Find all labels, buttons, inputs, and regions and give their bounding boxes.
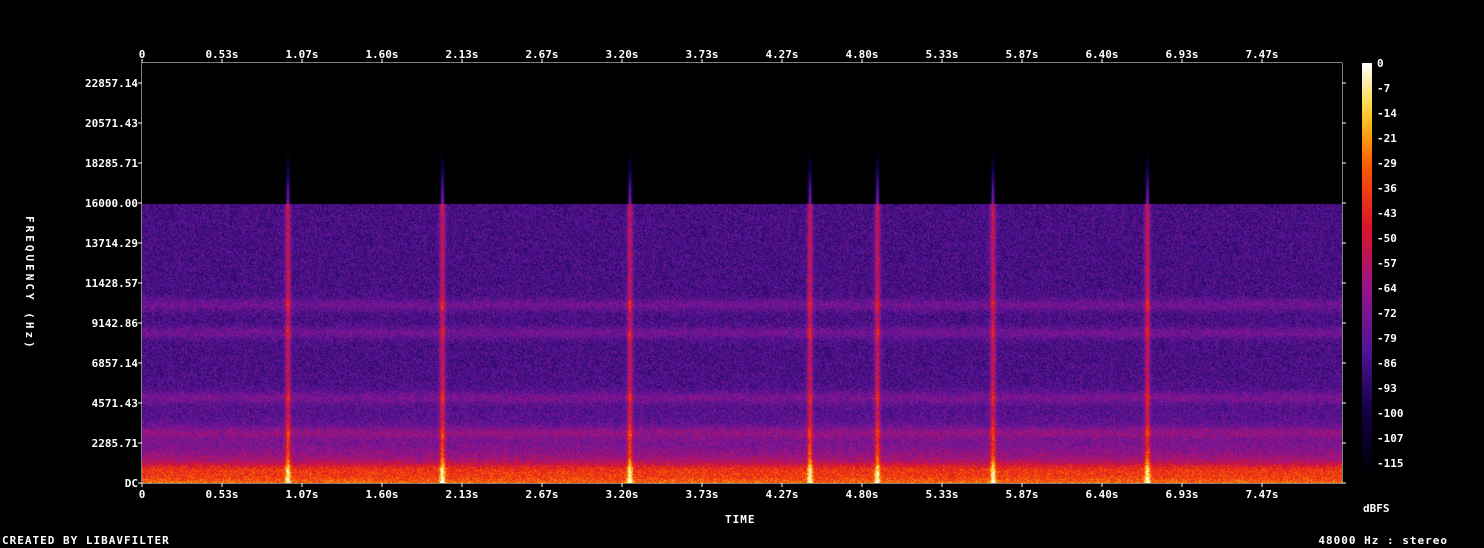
colorbar-tick-label: -21 bbox=[1377, 132, 1397, 145]
x-tick-label-top: 3.73s bbox=[685, 48, 718, 61]
colorbar-tick-label: -107 bbox=[1377, 432, 1404, 445]
x-axis-label: TIME bbox=[725, 513, 756, 526]
y-tick-label: DC bbox=[125, 477, 138, 490]
x-tick-label-top: 2.67s bbox=[525, 48, 558, 61]
x-tick-label-top: 7.47s bbox=[1245, 48, 1278, 61]
x-tick-label-bottom: 2.13s bbox=[445, 488, 478, 501]
x-tick-label-bottom: 1.07s bbox=[285, 488, 318, 501]
colorbar-tick-label: -14 bbox=[1377, 107, 1397, 120]
x-tick-label-bottom: 3.73s bbox=[685, 488, 718, 501]
y-tick-label: 6857.14 bbox=[92, 357, 139, 370]
x-tick-label-top: 1.60s bbox=[365, 48, 398, 61]
colorbar: 0 -7 -14 -21 -29 -36 -43 -50 -57 -64 -72 -79 -86 -93 -… bbox=[1362, 57, 1404, 473]
y-tick-label: 13714.29 bbox=[85, 237, 138, 250]
y-tick-label: 16000.00 bbox=[85, 197, 138, 210]
spectrogram-raster bbox=[142, 63, 1342, 483]
x-tick-label-bottom: 4.27s bbox=[765, 488, 798, 501]
x-tick-label-top: 4.80s bbox=[845, 48, 878, 61]
x-tick-label-top: 4.27s bbox=[765, 48, 798, 61]
x-tick-label-top: 2.13s bbox=[445, 48, 478, 61]
x-tick-label-bottom: 6.93s bbox=[1165, 488, 1198, 501]
x-tick-label-bottom: 6.40s bbox=[1085, 488, 1118, 501]
y-tick-label: 2285.71 bbox=[92, 437, 139, 450]
x-tick-label-top: 6.40s bbox=[1085, 48, 1118, 61]
y-tick-label: 11428.57 bbox=[85, 277, 138, 290]
x-tick-label-top: 1.07s bbox=[285, 48, 318, 61]
colorbar-tick-label: -79 bbox=[1377, 332, 1397, 345]
x-tick-label-bottom: 7.47s bbox=[1245, 488, 1278, 501]
y-tick-label: 22857.14 bbox=[85, 77, 138, 90]
x-tick-label-top: 5.33s bbox=[925, 48, 958, 61]
x-tick-label-bottom: 2.67s bbox=[525, 488, 558, 501]
colorbar-tick-label: -64 bbox=[1377, 282, 1397, 295]
colorbar-unit-label: dBFS bbox=[1363, 502, 1390, 515]
colorbar-tick-label: -115 bbox=[1377, 457, 1404, 470]
colorbar-gradient bbox=[1362, 63, 1372, 473]
y-tick-label: 20571.43 bbox=[85, 117, 138, 130]
x-tick-label-bottom: 3.20s bbox=[605, 488, 638, 501]
audio-format-text: 48000 Hz : stereo bbox=[1318, 534, 1448, 547]
x-tick-label-bottom: 0.53s bbox=[205, 488, 238, 501]
colorbar-tick-label: -72 bbox=[1377, 307, 1397, 320]
x-tick-label-top: 6.93s bbox=[1165, 48, 1198, 61]
x-tick-label-top: 0 bbox=[139, 48, 146, 61]
colorbar-tick-label: 0 bbox=[1377, 57, 1384, 70]
colorbar-tick-label: -36 bbox=[1377, 182, 1397, 195]
colorbar-tick-label: -7 bbox=[1377, 82, 1390, 95]
x-axis-bottom: 0 0.53s 1.07s 1.60s 2.13s 2.67s 3.20s 3.73s 4.27… bbox=[139, 483, 1279, 501]
y-axis-label: FREQUENCY (Hz) bbox=[23, 216, 36, 351]
x-tick-label-top: 5.87s bbox=[1005, 48, 1038, 61]
spectrogram-image bbox=[142, 63, 1342, 483]
x-tick-label-bottom: 0 bbox=[139, 488, 146, 501]
x-tick-label-bottom: 4.80s bbox=[845, 488, 878, 501]
x-tick-label-bottom: 1.60s bbox=[365, 488, 398, 501]
x-axis-top: 0 0.53s 1.07s 1.60s 2.13s 2.67s 3.20s 3.73s 4.27… bbox=[139, 48, 1279, 63]
colorbar-tick-label: -50 bbox=[1377, 232, 1397, 245]
spectrogram-chart: 0 0.53s 1.07s 1.60s 2.13s 2.67s 3.20s 3.73s 4.27… bbox=[85, 48, 1404, 501]
colorbar-tick-label: -93 bbox=[1377, 382, 1397, 395]
x-tick-label-top: 0.53s bbox=[205, 48, 238, 61]
y-tick-label: 18285.71 bbox=[85, 157, 138, 170]
x-tick-label-bottom: 5.33s bbox=[925, 488, 958, 501]
colorbar-tick-label: -29 bbox=[1377, 157, 1397, 170]
x-tick-label-top: 3.20s bbox=[605, 48, 638, 61]
colorbar-tick-label: -100 bbox=[1377, 407, 1404, 420]
credit-text: CREATED BY LIBAVFILTER bbox=[2, 534, 170, 547]
y-tick-label: 9142.86 bbox=[92, 317, 139, 330]
colorbar-tick-label: -57 bbox=[1377, 257, 1397, 270]
colorbar-tick-label: -86 bbox=[1377, 357, 1397, 370]
colorbar-tick-label: -43 bbox=[1377, 207, 1397, 220]
x-tick-label-bottom: 5.87s bbox=[1005, 488, 1038, 501]
y-tick-label: 4571.43 bbox=[92, 397, 138, 410]
